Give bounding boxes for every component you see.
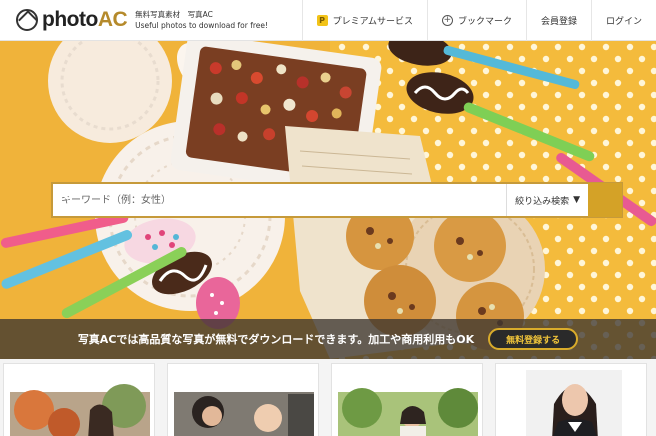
photo-thumbnail [4,364,154,436]
tagline-en: Useful photos to download for free! [135,21,269,30]
plus-circle-icon: + [441,15,453,26]
search-icon [53,184,69,200]
tagline-jp: 無料写真素材 写真AC [135,10,213,19]
camera-logo-icon [16,9,38,31]
photo-thumbnail [168,364,318,436]
free-register-button[interactable]: 無料登録する [488,328,579,350]
caret-down-icon: ▼ [573,195,580,205]
tagline: 無料写真素材 写真AC Useful photos to download fo… [135,9,268,31]
photo-card[interactable] [495,363,647,436]
nav-premium-label: プレミアムサービス [332,17,413,27]
search-button[interactable] [53,183,622,217]
logo-wordmark: photoAC [42,8,128,32]
nav-login[interactable]: ログイン [590,0,656,41]
header-nav: P プレミアムサービス + ブックマーク 会員登録 ログイン [301,0,656,41]
photo-grid [0,359,656,436]
photo-card[interactable] [331,363,483,436]
filter-label: 絞り込み検索 [515,196,570,207]
photo-thumbnail [332,364,482,436]
nav-bookmark[interactable]: + ブックマーク [426,0,526,41]
nav-register-label: 会員登録 [540,17,577,27]
photo-card[interactable] [167,363,319,436]
nav-premium[interactable]: P プレミアムサービス [301,0,427,41]
premium-icon: P [316,15,328,26]
filter-dropdown[interactable]: 絞り込み検索 ▼ [506,184,588,216]
nav-bookmark-label: ブックマーク [457,17,512,27]
nav-register[interactable]: 会員登録 [525,0,591,41]
logo-text: photo [42,8,98,31]
nav-login-label: ログイン [605,17,642,27]
photo-thumbnail [496,364,646,436]
hero-image: 絞り込み検索 ▼ 写真ACでは高品質な写真が無料でダウンロードできます。加工や商… [0,41,656,359]
promo-text: 写真ACでは高品質な写真が無料でダウンロードできます。加工や商用利用もOK [77,333,475,346]
site-logo[interactable]: photoAC 無料写真素材 写真AC Useful photos to dow… [0,0,268,41]
promo-banner: 写真ACでは高品質な写真が無料でダウンロードできます。加工や商用利用もOK 無料… [0,319,656,359]
search-input[interactable] [53,184,507,216]
free-register-label: 無料登録する [506,335,561,346]
logo-accent: AC [97,8,128,31]
site-header: photoAC 無料写真素材 写真AC Useful photos to dow… [0,0,656,41]
photo-card[interactable] [3,363,155,436]
search-bar: 絞り込み検索 ▼ [51,182,623,218]
